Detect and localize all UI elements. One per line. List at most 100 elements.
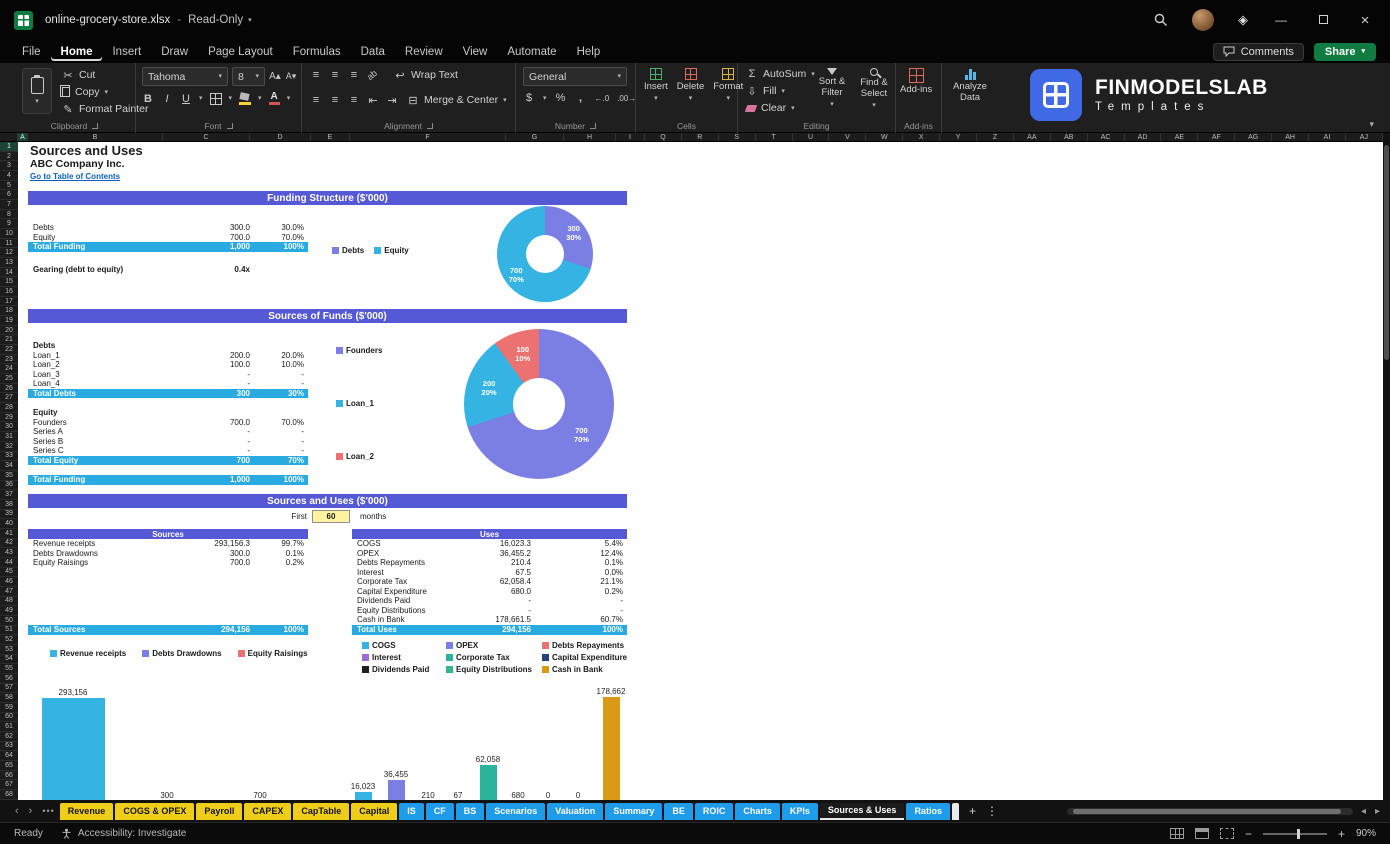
row-header-43[interactable]: 43 xyxy=(0,548,18,558)
menu-tab-data[interactable]: Data xyxy=(351,43,395,61)
increase-indent-icon[interactable]: ⇥ xyxy=(386,94,398,107)
minimize-button[interactable]: — xyxy=(1272,13,1290,27)
align-right-icon[interactable]: ≡ xyxy=(348,94,360,106)
row-header-6[interactable]: 6 xyxy=(0,190,18,200)
table-row-debts[interactable]: Debts xyxy=(28,341,308,351)
sheet-options-icon[interactable]: ⋮ xyxy=(986,804,998,818)
avatar[interactable] xyxy=(1192,9,1214,31)
table-row-total-uses[interactable]: Total Uses294,156100% xyxy=(352,625,627,635)
number-format-select[interactable]: General▾ xyxy=(523,67,627,86)
align-center-icon[interactable]: ≡ xyxy=(329,94,341,106)
table-row-corporate-tax[interactable]: Corporate Tax62,058.421.1% xyxy=(352,577,627,587)
table-row-series-c[interactable]: Series C-- xyxy=(28,446,308,456)
row-header-62[interactable]: 62 xyxy=(0,732,18,742)
normal-view-icon[interactable] xyxy=(1170,828,1184,839)
chevron-down-icon[interactable]: ▾ xyxy=(287,95,291,102)
menu-tab-view[interactable]: View xyxy=(453,43,498,61)
row-header-3[interactable]: 3 xyxy=(0,161,18,171)
row-header-28[interactable]: 28 xyxy=(0,403,18,413)
column-header-AB[interactable]: AB xyxy=(1051,133,1088,141)
bar-corporate-tax[interactable] xyxy=(480,765,497,800)
row-header-13[interactable]: 13 xyxy=(0,258,18,268)
new-sheet-button[interactable]: + xyxy=(969,804,976,818)
vertical-scrollbar[interactable] xyxy=(1383,133,1390,800)
sheet-tab-be[interactable]: BE xyxy=(664,803,693,820)
sheet-tab-cf[interactable]: CF xyxy=(426,803,454,820)
shrink-font-icon[interactable]: A▾ xyxy=(285,71,297,82)
zoom-out-icon[interactable]: − xyxy=(1245,827,1252,841)
row-header-8[interactable]: 8 xyxy=(0,210,18,220)
accessibility-status[interactable]: Accessibility: Investigate xyxy=(61,828,186,839)
sheet-tab-is[interactable]: IS xyxy=(399,803,424,820)
align-left-icon[interactable]: ≡ xyxy=(310,94,322,106)
column-header-X[interactable]: X xyxy=(903,133,940,141)
row-header-64[interactable]: 64 xyxy=(0,751,18,761)
row-header-48[interactable]: 48 xyxy=(0,597,18,607)
row-header-41[interactable]: 41 xyxy=(0,529,18,539)
menu-tab-home[interactable]: Home xyxy=(51,43,103,61)
table-row-loan-1[interactable]: Loan_1200.020.0% xyxy=(28,351,308,361)
row-header-38[interactable]: 38 xyxy=(0,500,18,510)
row-header-32[interactable]: 32 xyxy=(0,442,18,452)
currency-format-icon[interactable]: $ xyxy=(523,92,535,104)
tab-scroll-right-icon[interactable]: › xyxy=(24,805,38,817)
borders-icon[interactable] xyxy=(210,93,222,105)
diamond-icon[interactable]: ◈ xyxy=(1238,12,1248,28)
menu-tab-draw[interactable]: Draw xyxy=(151,43,198,61)
row-header-29[interactable]: 29 xyxy=(0,413,18,423)
row-header-49[interactable]: 49 xyxy=(0,606,18,616)
row-header-65[interactable]: 65 xyxy=(0,761,18,771)
row-header-47[interactable]: 47 xyxy=(0,587,18,597)
row-header-1[interactable]: 1 xyxy=(0,142,18,152)
sheet-canvas[interactable]: Sources and Uses ABC Company Inc. Go to … xyxy=(18,142,1383,800)
row-header-68[interactable]: 68 xyxy=(0,790,18,800)
row-header-42[interactable]: 42 xyxy=(0,539,18,549)
menu-tab-automate[interactable]: Automate xyxy=(497,43,566,61)
clear-button[interactable]: Clear▾ xyxy=(744,100,817,116)
font-color-icon[interactable]: A xyxy=(269,92,280,105)
chevron-down-icon[interactable]: ▾ xyxy=(543,95,547,102)
dialog-launcher-icon[interactable] xyxy=(92,123,98,129)
bar-opex[interactable] xyxy=(388,780,405,800)
row-header-30[interactable]: 30 xyxy=(0,422,18,432)
row-header-66[interactable]: 66 xyxy=(0,771,18,781)
table-row-equity[interactable]: Equity700.070.0% xyxy=(28,233,308,243)
collapse-ribbon-icon[interactable]: ▾ xyxy=(1369,119,1374,130)
decrease-decimal-icon[interactable]: .00→ xyxy=(617,94,636,103)
months-input-cell[interactable]: 60 xyxy=(312,510,350,523)
zoom-slider-thumb[interactable] xyxy=(1297,829,1300,839)
funding-structure-donut[interactable] xyxy=(497,206,593,302)
menu-tab-insert[interactable]: Insert xyxy=(102,43,151,61)
row-header-51[interactable]: 51 xyxy=(0,626,18,636)
column-header-S[interactable]: S xyxy=(719,133,756,141)
vertical-scrollbar-thumb[interactable] xyxy=(1384,145,1389,360)
share-button[interactable]: Share▾ xyxy=(1314,43,1376,61)
row-header-37[interactable]: 37 xyxy=(0,490,18,500)
row-header-57[interactable]: 57 xyxy=(0,684,18,694)
row-header-53[interactable]: 53 xyxy=(0,645,18,655)
wrap-text-button[interactable]: ↩Wrap Text xyxy=(392,67,460,83)
zoom-in-icon[interactable]: + xyxy=(1338,827,1345,841)
grow-font-icon[interactable]: A▴ xyxy=(269,71,281,82)
sheet-tab-sources-uses[interactable]: Sources & Uses xyxy=(820,803,905,820)
sheet-tab-summary[interactable]: Summary xyxy=(605,803,662,820)
table-row-cogs[interactable]: COGS16,023.35.4% xyxy=(352,539,627,549)
close-button[interactable]: × xyxy=(1356,12,1374,29)
excel-icon[interactable] xyxy=(14,11,33,30)
table-row-equity-distributions[interactable]: Equity Distributions-- xyxy=(352,606,627,616)
sheet-tab-scenarios[interactable]: Scenarios xyxy=(486,803,545,820)
row-header-31[interactable]: 31 xyxy=(0,432,18,442)
tab-scroll-left-icon[interactable]: ‹ xyxy=(10,805,24,817)
column-header-C[interactable]: C xyxy=(163,133,250,141)
analyze-data-button[interactable]: Analyze Data xyxy=(946,68,994,104)
chevron-down-icon[interactable]: ▾ xyxy=(229,95,233,102)
all-sheets-icon[interactable]: ••• xyxy=(42,806,54,816)
row-header-44[interactable]: 44 xyxy=(0,558,18,568)
zoom-slider[interactable] xyxy=(1263,833,1327,835)
paste-button[interactable]: ▾ xyxy=(22,68,52,114)
sheet-tab-revenue[interactable]: Revenue xyxy=(60,803,114,820)
page-break-view-icon[interactable] xyxy=(1220,828,1234,839)
column-header-AI[interactable]: AI xyxy=(1309,133,1346,141)
row-header-63[interactable]: 63 xyxy=(0,742,18,752)
table-row-series-a[interactable]: Series A-- xyxy=(28,427,308,437)
